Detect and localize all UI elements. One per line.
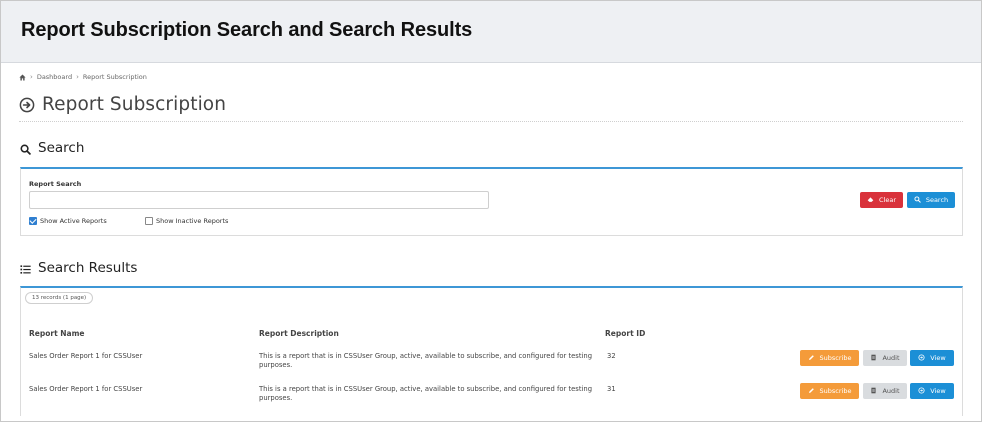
report-description-cell: This is a report that is in CSSUser Grou…: [259, 352, 593, 369]
checkbox-unchecked-icon[interactable]: [145, 217, 153, 225]
eraser-icon: [867, 196, 874, 205]
search-button[interactable]: Search: [907, 192, 955, 208]
checkbox-checked-icon[interactable]: [29, 217, 37, 225]
subscribe-button-label: Subscribe: [819, 354, 852, 362]
breadcrumb-item-dashboard[interactable]: Dashboard: [37, 73, 72, 81]
report-name-cell: Sales Order Report 1 for CSSUser: [29, 352, 143, 360]
search-button-label: Search: [925, 196, 949, 204]
view-button[interactable]: View: [910, 350, 954, 366]
report-id-cell: 32: [607, 352, 616, 360]
report-search-label: Report Search: [29, 180, 82, 188]
show-inactive-reports-label: Show Inactive Reports: [156, 217, 229, 225]
page-title: Report Subscription: [42, 94, 227, 115]
report-id-cell: 31: [607, 385, 616, 393]
pencil-icon: [808, 387, 815, 396]
column-header-report-id[interactable]: Report ID: [605, 329, 645, 338]
view-button-label: View: [930, 387, 946, 395]
audit-button[interactable]: Audit: [863, 350, 907, 366]
show-inactive-reports-checkbox[interactable]: Show Inactive Reports: [145, 217, 228, 225]
report-name-cell: Sales Order Report 1 for CSSUser: [29, 385, 143, 393]
search-icon: [20, 143, 31, 155]
home-icon[interactable]: [19, 74, 26, 81]
eye-icon: [918, 386, 925, 396]
doc-title: Report Subscription Search and Search Re…: [21, 19, 473, 41]
arrow-circle-right-icon: [19, 97, 35, 113]
column-header-report-name[interactable]: Report Name: [29, 329, 85, 338]
report-search-input[interactable]: [29, 191, 489, 209]
screenshot-frame: Report Subscription Search and Search Re…: [0, 0, 982, 422]
search-panel: Report Search Show Active Reports Show I…: [20, 167, 963, 236]
document-icon: [870, 354, 877, 363]
records-count-badge: 13 records (1 page): [25, 292, 94, 304]
audit-button-label: Audit: [882, 354, 900, 362]
report-description-cell: This is a report that is in CSSUser Grou…: [259, 385, 593, 402]
list-icon: [20, 263, 31, 274]
breadcrumb: › Dashboard › Report Subscription: [19, 73, 147, 81]
audit-button[interactable]: Audit: [863, 383, 907, 399]
view-button[interactable]: View: [910, 383, 954, 399]
audit-button-label: Audit: [882, 387, 900, 395]
search-results-section-title: Search Results: [20, 260, 137, 276]
search-section-title: Search: [20, 140, 84, 156]
table-row: Sales Order Report 1 for CSSUser This is…: [21, 382, 962, 410]
search-section-label: Search: [38, 140, 85, 156]
title-divider: [19, 121, 963, 122]
breadcrumb-separator: ›: [76, 73, 79, 81]
breadcrumb-item-report-subscription: Report Subscription: [82, 73, 147, 81]
doc-header: Report Subscription Search and Search Re…: [1, 1, 981, 63]
clear-button[interactable]: Clear: [860, 192, 903, 208]
view-button-label: View: [930, 354, 946, 362]
subscribe-button-label: Subscribe: [819, 387, 852, 395]
clear-button-label: Clear: [879, 196, 896, 204]
table-row: Sales Order Report 1 for CSSUser This is…: [21, 349, 962, 377]
pencil-icon: [808, 354, 815, 363]
show-active-reports-checkbox[interactable]: Show Active Reports: [29, 217, 107, 225]
document-icon: [870, 387, 877, 396]
eye-icon: [918, 353, 925, 363]
breadcrumb-separator: ›: [30, 73, 33, 81]
column-header-report-description[interactable]: Report Description: [259, 329, 339, 338]
search-icon: [914, 195, 921, 205]
subscribe-button[interactable]: Subscribe: [800, 350, 859, 366]
search-results-panel: 13 records (1 page) Report Name Report D…: [20, 286, 963, 416]
search-results-section-label: Search Results: [38, 260, 138, 276]
show-active-reports-label: Show Active Reports: [40, 217, 107, 225]
page-title-row: Report Subscription: [19, 94, 226, 115]
subscribe-button[interactable]: Subscribe: [800, 383, 859, 399]
